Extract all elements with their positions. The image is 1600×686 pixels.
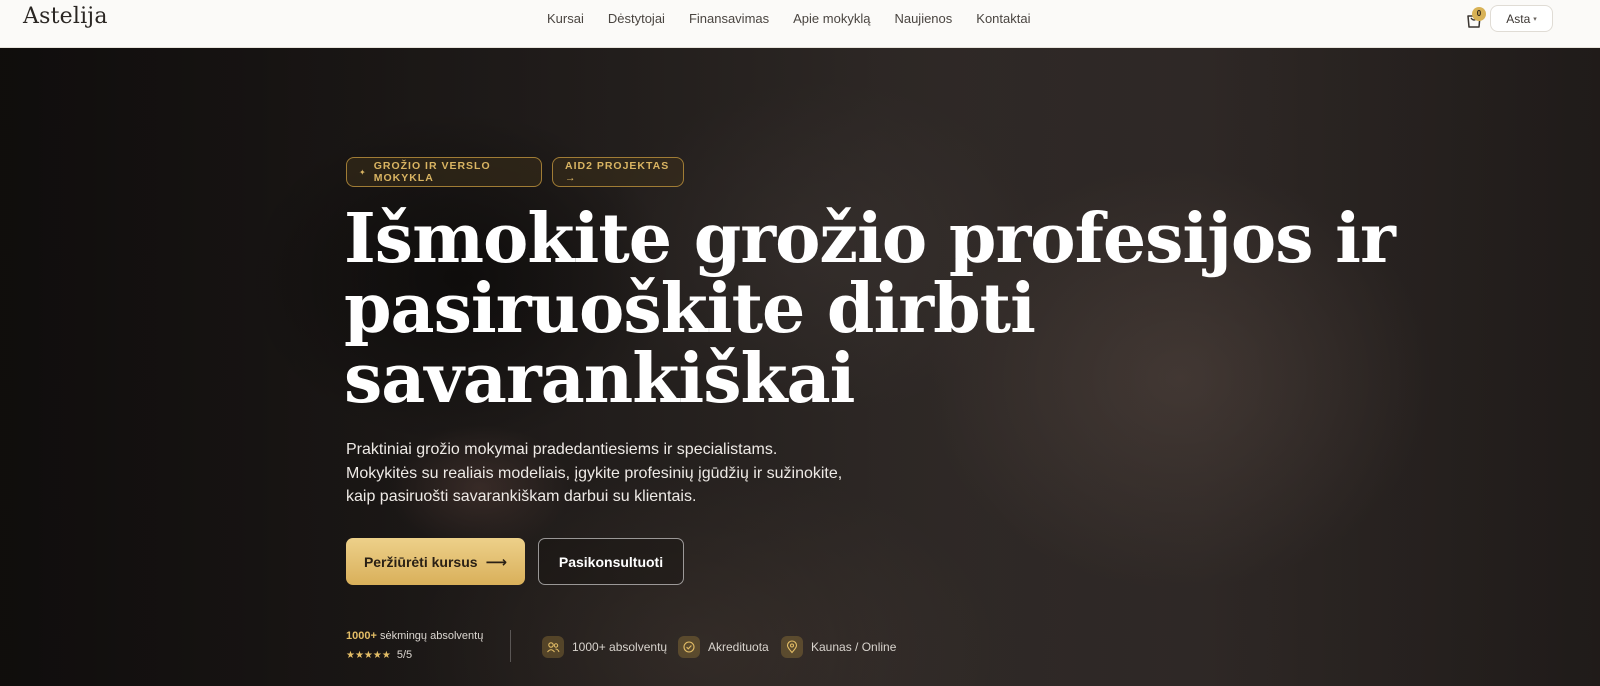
badge-accredited-label: Akredituota bbox=[708, 640, 769, 654]
headline-line-1: Išmokite grožio profesijos ir bbox=[344, 199, 1396, 279]
menu-item-naujienos[interactable]: Naujienos bbox=[894, 11, 952, 26]
chevron-down-icon: ▾ bbox=[1533, 15, 1537, 23]
graduates-count: 1000+ bbox=[346, 630, 377, 642]
headline-line-3: savarankiškai bbox=[344, 339, 855, 419]
location-pin-icon bbox=[781, 636, 803, 658]
hero-subtitle: Praktiniai grožio mokymai pradedantiesie… bbox=[346, 438, 866, 509]
check-circle-icon bbox=[678, 636, 700, 658]
user-name: Asta bbox=[1506, 11, 1531, 26]
rating-stars-icon: ★★★★★ bbox=[346, 649, 391, 661]
view-courses-label: Peržiūrėti kursus bbox=[363, 553, 478, 570]
users-icon bbox=[542, 636, 564, 658]
rating-value: 5/5 bbox=[396, 649, 413, 661]
project-tag-link[interactable]: AID2 PROJEKTAS → bbox=[552, 157, 684, 187]
menu-item-kontaktai[interactable]: Kontaktai bbox=[976, 11, 1030, 26]
menu-item-destytojai[interactable]: Dėstytojai bbox=[608, 11, 665, 26]
graduates-text: sėkmingų absolventų bbox=[379, 630, 484, 642]
headline-line-2: pasiruoškite dirbti bbox=[344, 269, 1036, 349]
hero-headline: Išmokite grožio profesijos ir pasiruoški… bbox=[344, 199, 1396, 419]
school-tag: ✦ GROŽIO IR VERSLO MOKYKLA bbox=[346, 157, 542, 187]
arrow-right-icon: ⟶ bbox=[485, 553, 508, 571]
stats-divider bbox=[510, 630, 511, 662]
badge-location-label: Kaunas / Online bbox=[811, 640, 897, 654]
menu-item-kursai[interactable]: Kursai bbox=[547, 11, 584, 26]
rating: ★★★★★ 5/5 bbox=[346, 649, 412, 661]
subtitle-line-2: Mokykitės su realiais modeliais, įgykite… bbox=[346, 464, 843, 482]
user-menu-button[interactable]: Asta ▾ bbox=[1490, 5, 1553, 32]
subtitle-line-3: kaip pasiruošti savarankiškam darbui su … bbox=[346, 488, 697, 505]
school-tag-label: GROŽIO IR VERSLO MOKYKLA bbox=[373, 160, 491, 184]
badge-accredited: Akredituota bbox=[678, 636, 769, 658]
menu-item-apie-mokykla[interactable]: Apie mokyklą bbox=[793, 11, 870, 26]
hero-section: ✦ GROŽIO IR VERSLO MOKYKLA AID2 PROJEKTA… bbox=[0, 48, 1600, 686]
subtitle-line-1: Praktiniai grožio mokymai pradedantiesie… bbox=[346, 441, 778, 458]
main-menu: Kursai Dėstytojai Finansavimas Apie moky… bbox=[547, 11, 1030, 26]
sparkle-icon: ✦ bbox=[359, 167, 367, 177]
consult-button[interactable]: Pasikonsultuoti bbox=[538, 538, 684, 585]
badge-location: Kaunas / Online bbox=[781, 636, 896, 658]
graduates-stat: 1000+ sėkmingų absolventų bbox=[346, 630, 483, 642]
view-courses-button[interactable]: Peržiūrėti kursus ⟶ bbox=[346, 538, 525, 585]
top-navbar: Astelija Kursai Dėstytojai Finansavimas … bbox=[0, 0, 1600, 48]
cart-count-badge: 0 bbox=[1472, 7, 1486, 21]
badge-graduates: 1000+ absolventų bbox=[542, 636, 667, 658]
logo[interactable]: Astelija bbox=[23, 4, 108, 29]
badge-graduates-label: 1000+ absolventų bbox=[572, 640, 668, 654]
menu-item-finansavimas[interactable]: Finansavimas bbox=[689, 11, 769, 26]
